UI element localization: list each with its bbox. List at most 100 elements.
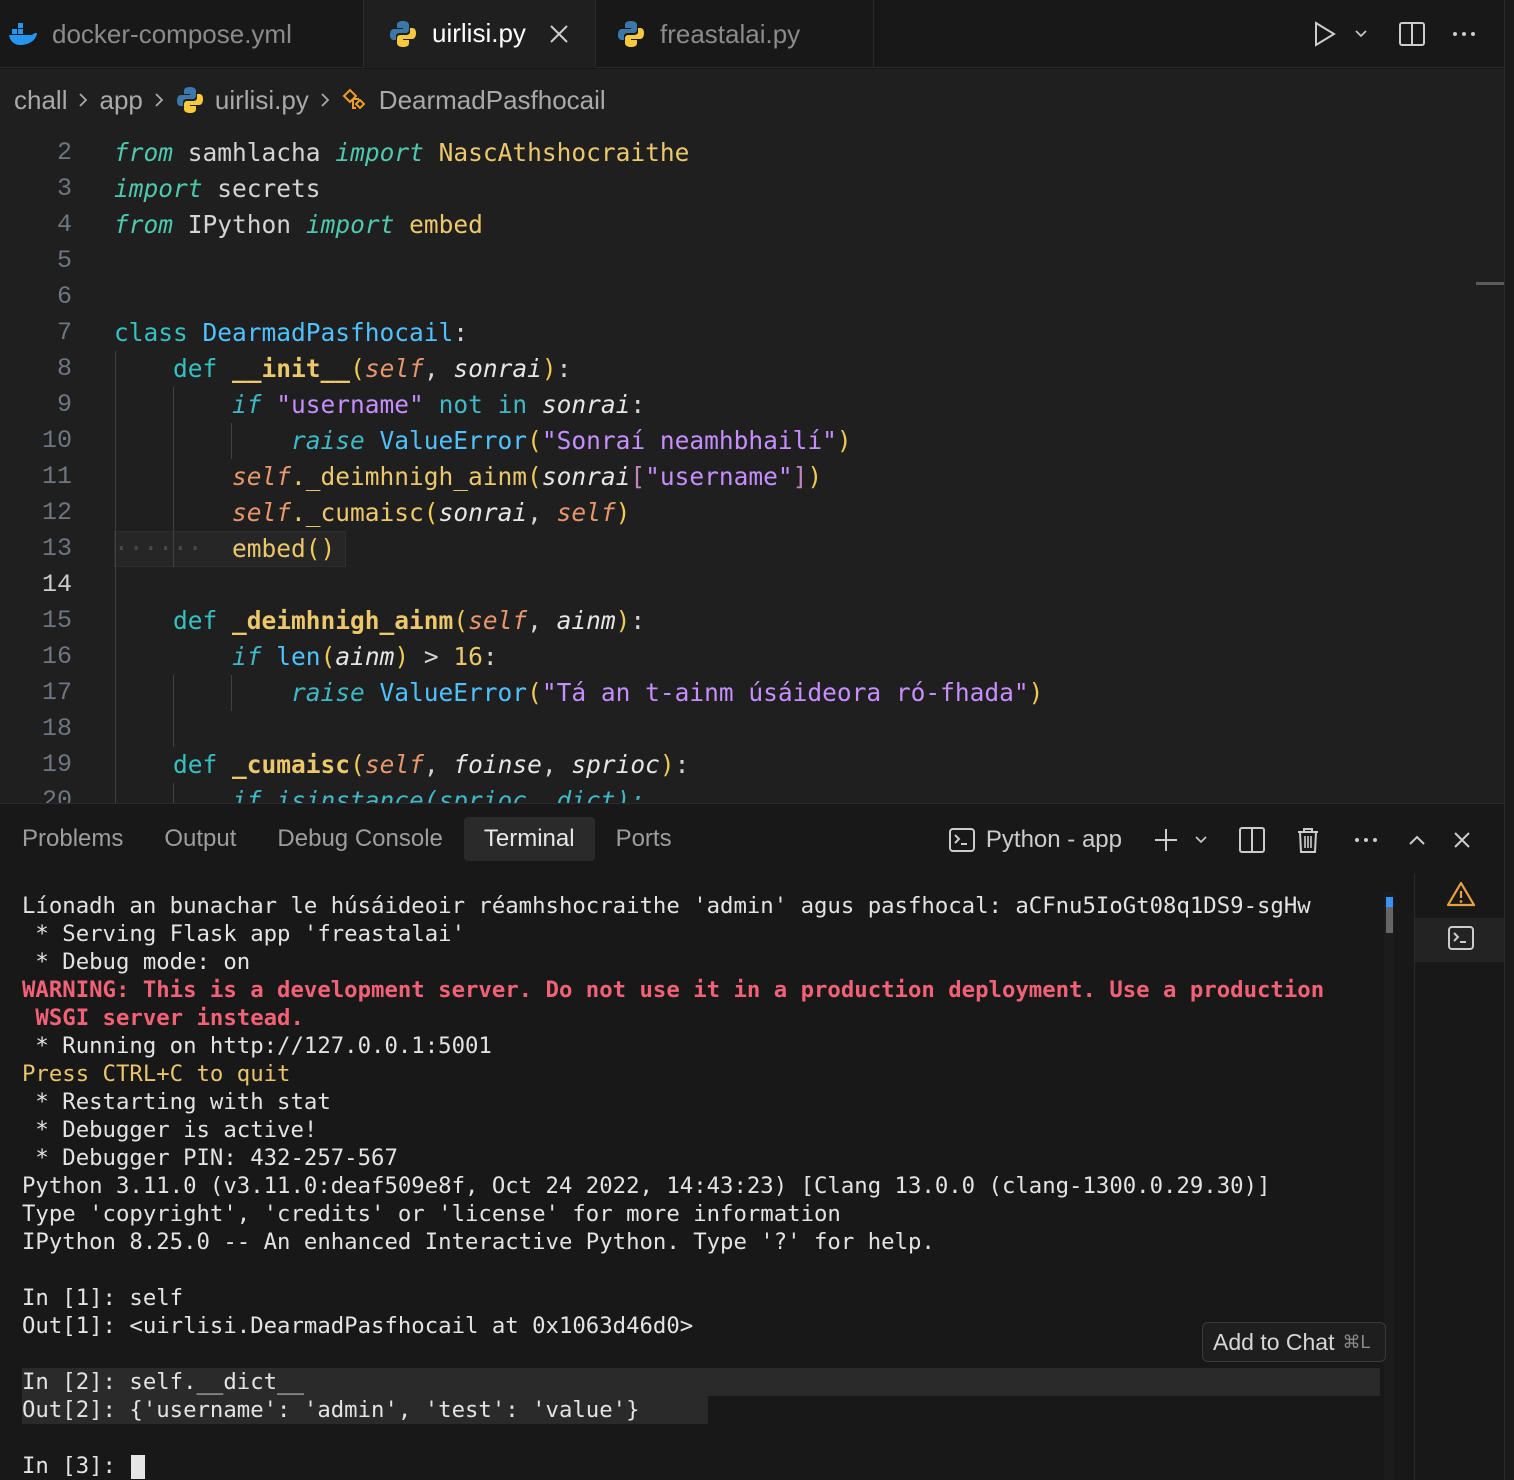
line-number: 20	[41, 786, 72, 803]
terminal-line: * Debug mode: on	[22, 949, 251, 975]
terminal-blank	[22, 1340, 1388, 1368]
terminal-line: Python 3.11.0 (v3.11.0:deaf509e8f, Oct 2…	[22, 1173, 1271, 1199]
terminal-line: Press CTRL+C to quit	[22, 1061, 291, 1087]
tab-label: freastalai.py	[660, 18, 801, 49]
breadcrumb-item-chall[interactable]: chall	[14, 85, 67, 116]
line-number: 3	[56, 174, 72, 203]
line-number: 18	[41, 714, 72, 743]
code-line-10: raise ValueError("Sonraí neamhbhailí")	[291, 426, 852, 455]
code-line-4: from IPython import embed	[114, 210, 483, 239]
terminal-line: * Serving Flask app 'freastalai'	[22, 921, 465, 947]
terminal-blank	[22, 1256, 1388, 1284]
bottom-panel: Problems Output Debug Console Terminal P…	[0, 803, 1507, 1480]
code-line-12: self._cumaisc(sonrai, self)	[232, 498, 631, 527]
terminal-line: IPython 8.25.0 -- An enhanced Interactiv…	[22, 1229, 935, 1255]
window-edge	[1504, 0, 1514, 1480]
breadcrumb-item-class[interactable]: DearmadPasfhocail	[379, 85, 606, 116]
code-line-9: if "username" not in sonrai:	[232, 390, 646, 419]
more-actions-icon[interactable]	[1452, 30, 1476, 38]
code-editor[interactable]: 2 3 4 5 6 7 8 9 10 11 12 13 14 15 16 17 …	[0, 131, 1506, 803]
tab-problems[interactable]: Problems	[0, 817, 143, 861]
terminal-scrollbar[interactable]	[1384, 892, 1394, 1480]
panel-tabs: Problems Output Debug Console Terminal P…	[0, 814, 693, 864]
terminal-cursor	[131, 1454, 146, 1479]
line-number: 7	[56, 318, 72, 347]
python-icon	[175, 85, 205, 115]
line-number: 10	[41, 426, 72, 455]
code-line-11: self._deimhnigh_ainm(sonrai["username"])	[232, 462, 823, 491]
terminal-list-item[interactable]	[1415, 874, 1507, 918]
terminal-selector[interactable]: Python - app	[948, 826, 1122, 854]
trash-icon[interactable]	[1296, 826, 1320, 854]
line-number: 4	[56, 210, 72, 239]
chevron-down-icon[interactable]	[1354, 29, 1368, 39]
terminal-line-selected: In [2]: self.__dict__	[22, 1368, 1380, 1396]
chevron-down-icon[interactable]	[1194, 835, 1208, 845]
terminal-line: * Running on http://127.0.0.1:5001	[22, 1033, 492, 1059]
code-content: from samhlacha import NascAthshocraithe …	[114, 135, 1506, 803]
line-number: 8	[56, 354, 72, 383]
add-terminal-icon[interactable]	[1152, 826, 1180, 854]
line-number: 15	[41, 606, 72, 635]
code-line-8: def __init__(self, sonrai):	[173, 354, 572, 383]
add-to-chat-label: Add to Chat	[1213, 1328, 1335, 1355]
line-number: 11	[41, 462, 72, 491]
close-icon[interactable]	[548, 23, 570, 45]
scroll-marker	[1386, 897, 1393, 907]
terminal-line-selected: Out[2]: {'username': 'admin', 'test': 'v…	[22, 1396, 1388, 1424]
chevron-up-icon[interactable]	[1408, 834, 1426, 846]
terminal-name: Python - app	[985, 826, 1122, 853]
code-line-19: def _cumaisc(self, foinse, sprioc):	[173, 750, 690, 779]
code-line-20: if isinstance(sprioc, dict):	[232, 786, 646, 803]
terminal-line: In [1]: self	[22, 1285, 184, 1311]
code-line-15: def _deimhnigh_ainm(self, ainm):	[173, 606, 646, 635]
code-line-16: if len(ainm) > 16:	[232, 642, 498, 671]
breadcrumb-item-file[interactable]: uirlisi.py	[215, 85, 309, 116]
shortcut-hint: ⌘L	[1342, 1331, 1371, 1352]
terminal-blank	[22, 1424, 1388, 1452]
terminal-icon	[948, 827, 976, 853]
tab-terminal[interactable]: Terminal	[463, 817, 595, 861]
tab-docker-compose[interactable]: docker-compose.yml	[0, 0, 364, 68]
tab-output[interactable]: Output	[144, 817, 256, 861]
tab-debug-console[interactable]: Debug Console	[257, 817, 462, 861]
docker-icon	[8, 19, 38, 49]
breadcrumb-item-app[interactable]: app	[99, 85, 142, 116]
code-line-17: raise ValueError("Tá an t-ainm úsáideora…	[291, 678, 1044, 707]
line-number: 2	[56, 138, 72, 167]
split-editor-icon[interactable]	[1398, 21, 1426, 47]
line-number: 12	[41, 498, 72, 527]
editor-overview-ruler	[1476, 282, 1504, 285]
line-number: 19	[41, 750, 72, 779]
line-number: 6	[56, 282, 72, 311]
code-line-3: import secrets	[114, 174, 321, 203]
split-terminal-icon[interactable]	[1238, 826, 1266, 854]
code-line-2: from samhlacha import NascAthshocraithe	[114, 138, 690, 167]
tab-ports[interactable]: Ports	[596, 817, 692, 861]
tab-freastalai[interactable]: freastalai.py	[596, 0, 874, 68]
terminal-line: Type 'copyright', 'credits' or 'license'…	[22, 1201, 841, 1227]
line-number-gutter: 2 3 4 5 6 7 8 9 10 11 12 13 14 15 16 17 …	[0, 135, 72, 803]
python-icon	[388, 19, 418, 49]
breadcrumb: chall app uirlisi.py DearmadPasfhocail	[0, 69, 1506, 131]
terminal-icon	[1447, 925, 1475, 956]
run-icon[interactable]	[1312, 20, 1338, 48]
terminal-line: Out[1]: <uirlisi.DearmadPasfhocail at 0x…	[22, 1313, 694, 1339]
line-number: 5	[56, 246, 72, 275]
python-icon	[616, 19, 646, 49]
terminal-prompt[interactable]: In [3]:	[22, 1452, 1388, 1480]
editor-tab-bar: docker-compose.yml uirlisi.py freastalai…	[0, 0, 1506, 68]
terminal-output[interactable]: Líonadh an bunachar le húsáideoir réamhs…	[22, 892, 1388, 1480]
line-number: 16	[41, 642, 72, 671]
terminal-list-item[interactable]	[1415, 918, 1507, 962]
more-actions-icon[interactable]	[1354, 836, 1378, 844]
close-icon[interactable]	[1452, 830, 1472, 850]
tab-label: uirlisi.py	[432, 18, 526, 48]
tab-uirlisi[interactable]: uirlisi.py	[364, 0, 596, 68]
add-to-chat-button[interactable]: Add to Chat ⌘L	[1202, 1322, 1386, 1362]
code-line-7: class DearmadPasfhocail:	[114, 318, 469, 347]
line-number: 9	[56, 390, 72, 419]
warning-icon	[1446, 880, 1476, 913]
